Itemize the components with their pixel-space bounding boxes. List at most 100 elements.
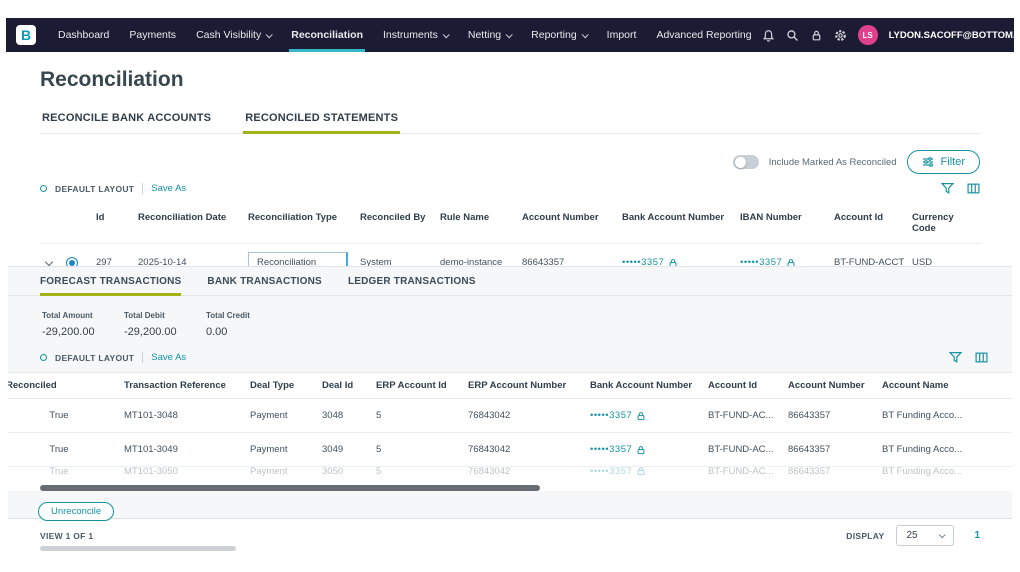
user-avatar[interactable]: LS [858,25,878,45]
save-as-link[interactable]: Save As [151,183,186,194]
cell-reconciled: True [8,444,124,455]
gear-icon[interactable] [834,29,847,42]
filter-button-label: Filter [941,156,965,168]
column-header-transaction-reference[interactable]: Transaction Reference [124,380,250,391]
chevron-down-icon [266,31,273,38]
include-reconciled-toggle[interactable] [733,155,759,169]
row-expander-icon[interactable] [45,258,53,266]
layout-label[interactable]: DEFAULT LAYOUT [55,184,134,194]
cell-account-name: BT Funding Acco... [882,410,982,421]
cell-erp-account-number: 76843042 [468,444,590,455]
transaction-row[interactable]: True MT101-3049 Payment 3049 5 76843042 … [8,433,1012,467]
column-header-rule-name[interactable]: Rule Name [440,212,522,234]
nav-item-label: Cash Visibility [196,29,261,41]
column-header-account-number[interactable]: Account Number [522,212,622,234]
tab[interactable]: RECONCILED STATEMENTS [243,106,400,133]
page-horizontal-scrollbar[interactable] [40,546,236,551]
column-header-reconciled[interactable]: Reconciled [8,380,124,391]
page-number[interactable]: 1 [974,530,980,541]
cell-erp-account-number: 76843042 [468,410,590,421]
cell-account-number: 86643357 [788,467,882,477]
layout-label[interactable]: DEFAULT LAYOUT [55,353,134,363]
nav-item[interactable]: Reporting [521,18,597,52]
bell-icon[interactable] [762,29,775,42]
masked-number: •••••3357 [590,467,632,477]
total-block: Total Credit 0.00 [206,311,288,338]
column-header-account-id[interactable]: Account Id [834,212,912,234]
nav-right-cluster: LS LYDON.SACOFF@BOTTOM... [762,25,1020,45]
column-header-reconciliation-type[interactable]: Reconciliation Type [248,212,360,234]
columns-icon[interactable] [975,351,988,364]
transaction-tab-label: LEDGER TRANSACTIONS [348,276,476,287]
nav-item[interactable]: Import [597,18,647,52]
nav-item[interactable]: Cash Visibility [186,18,281,52]
filter-button[interactable]: Filter [907,150,980,174]
cell-reconciled: True [8,467,124,477]
nav-item[interactable]: Dashboard [48,18,119,52]
cell-deal-type: Payment [250,410,322,421]
columns-icon[interactable] [967,182,980,195]
cell-erp-account-id: 5 [376,410,468,421]
column-header-id[interactable]: Id [96,212,138,234]
masked-number: •••••3357 [590,410,632,421]
column-header-erp-account-number[interactable]: ERP Account Number [468,380,590,391]
page-title: Reconciliation [40,68,184,92]
cell-bank-account-number: •••••3357 [590,467,708,477]
tab[interactable]: RECONCILE BANK ACCOUNTS [40,106,213,133]
column-header-account-number[interactable]: Account Number [788,380,882,391]
transaction-tab[interactable]: LEDGER TRANSACTIONS [348,276,476,295]
nav-item[interactable]: Instruments [373,18,458,52]
totals-summary: Total Amount -29,200.00 Total Debit -29,… [42,311,1012,338]
nav-item-label: Reconciliation [291,29,363,41]
layout-radio-icon [40,354,47,361]
nav-item[interactable]: Netting [458,18,521,52]
nav-item[interactable]: Advanced Reporting [646,18,761,52]
table-controls: Include Marked As Reconciled Filter [733,150,980,174]
save-as-link[interactable]: Save As [151,352,186,363]
bottomline-logo[interactable]: B [16,25,36,45]
funnel-icon[interactable] [949,351,962,364]
column-header-reconciliation-date[interactable]: Reconciliation Date [138,212,248,234]
column-header-account-id[interactable]: Account Id [708,380,788,391]
page-size-select[interactable]: 25 [896,525,954,546]
column-header-account-name[interactable]: Account Name [882,380,982,391]
cell-account-number: 86643357 [788,444,882,455]
column-header-bank-account-number[interactable]: Bank Account Number [590,380,708,391]
cell-erp-account-number: 76843042 [468,467,590,477]
column-header-deal-id[interactable]: Deal Id [322,380,376,391]
nav-item-label: Netting [468,29,501,41]
total-label: Total Amount [42,311,124,320]
chevron-down-icon [506,31,513,38]
column-header-erp-account-id[interactable]: ERP Account Id [376,380,468,391]
user-email[interactable]: LYDON.SACOFF@BOTTOM... [889,30,1020,41]
cell-account-name: BT Funding Acco... [882,467,982,477]
nav-item[interactable]: Reconciliation [281,18,373,52]
column-header-bank-account-number[interactable]: Bank Account Number [622,212,740,234]
tab-label: RECONCILED STATEMENTS [245,112,398,124]
toggle-label: Include Marked As Reconciled [769,157,897,168]
horizontal-scrollbar[interactable] [40,485,540,491]
total-value: 0.00 [206,326,288,338]
column-header-iban-number[interactable]: IBAN Number [740,212,834,234]
lock-icon [636,467,646,476]
funnel-icon[interactable] [941,182,954,195]
transaction-row[interactable]: True MT101-3048 Payment 3048 5 76843042 … [8,399,1012,433]
layout-radio-icon [40,185,47,192]
lock-icon[interactable] [810,29,823,42]
nav-item[interactable]: Payments [119,18,186,52]
cell-erp-account-id: 5 [376,467,468,477]
unreconcile-button[interactable]: Unreconcile [38,502,114,521]
layout-selector-row: DEFAULT LAYOUT Save As [40,182,980,195]
column-header-currency-code[interactable]: Currency Code [912,212,972,234]
transaction-tab[interactable]: FORECAST TRANSACTIONS [40,276,181,295]
divider [142,352,143,363]
total-block: Total Amount -29,200.00 [42,311,124,338]
search-icon[interactable] [786,29,799,42]
total-value: -29,200.00 [124,326,206,338]
column-header-deal-type[interactable]: Deal Type [250,380,322,391]
column-header-reconciled-by[interactable]: Reconciled By [360,212,440,234]
transaction-tab[interactable]: BANK TRANSACTIONS [207,276,322,295]
cell-account-name: BT Funding Acco... [882,444,982,455]
chevron-down-icon [581,31,588,38]
cell-deal-id: 3050 [322,467,376,477]
